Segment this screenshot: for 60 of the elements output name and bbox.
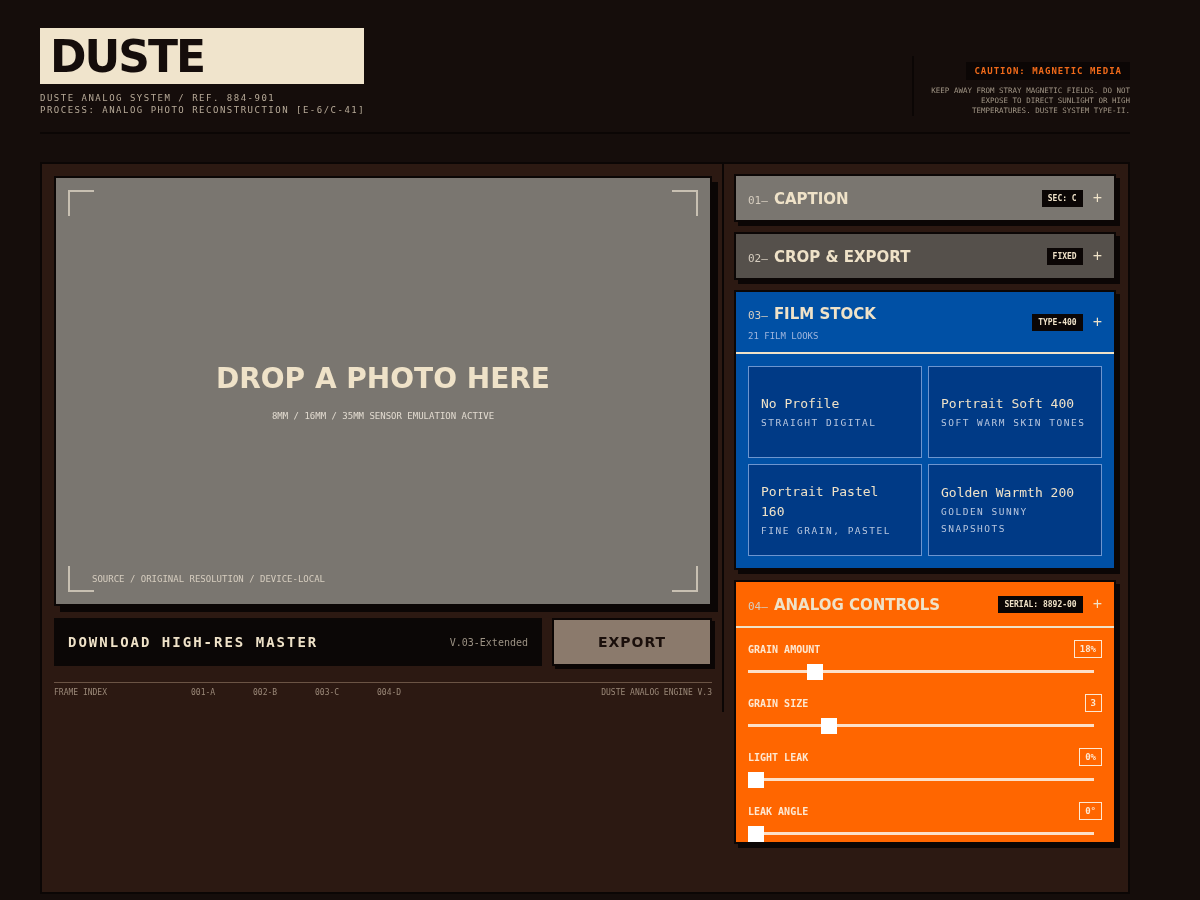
section-number: 02—	[748, 251, 768, 265]
slider-value: 18%	[1073, 640, 1102, 658]
section-title[interactable]: CROP & EXPORT	[773, 247, 911, 266]
subtitle-line: DUSTE ANALOG SYSTEM / REF. 884-901	[40, 92, 277, 104]
slider-label: GRAIN SIZE	[748, 697, 809, 709]
section-number: 01—	[748, 193, 768, 207]
slider-thumb[interactable]	[748, 772, 764, 788]
slider-thumb[interactable]	[807, 664, 824, 680]
film-name: Golden Warmth 200	[941, 484, 1076, 502]
slider-label: GRAIN AMOUNT	[748, 643, 821, 655]
section-badge: SERIAL: 8892-00	[998, 595, 1083, 613]
corner-bracket	[68, 190, 94, 216]
film-card[interactable]: Golden Warmth 200 GOLDEN SUNNY SNAPSHOTS	[928, 464, 1102, 556]
film-description: STRAIGHT DIGITAL	[761, 415, 878, 430]
section-title[interactable]: CAPTION	[773, 189, 849, 208]
film-description: SOFT WARM SKIN TONES	[941, 415, 1087, 430]
frame-index-label: FRAME INDEX	[54, 688, 108, 697]
frame-label: 003-C	[315, 688, 341, 697]
export-button[interactable]: EXPORT	[552, 618, 712, 666]
film-card[interactable]: Portrait Pastel 160 FINE GRAIN, PASTEL	[748, 464, 922, 556]
expand-button[interactable]: +	[1092, 247, 1102, 265]
corner-bracket	[672, 190, 698, 216]
caution-label: CAUTION: MAGNETIC MEDIA	[966, 62, 1130, 80]
film-name: Portrait Soft 400	[941, 394, 1076, 413]
section-badge: SEC: C	[1041, 189, 1083, 207]
frame-label: 004-D	[377, 688, 403, 697]
logo: DUSTE	[40, 28, 364, 84]
dropzone-title: DROP A PHOTO HERE	[216, 361, 550, 395]
film-name: No Profile	[761, 394, 841, 413]
frame-label: 001-A	[191, 688, 217, 697]
expand-button[interactable]: +	[1092, 313, 1102, 331]
engine-label: DUSTE ANALOG ENGINE V.3	[601, 688, 712, 697]
slider-value: 0%	[1079, 748, 1102, 766]
download-label: DOWNLOAD HIGH-RES MASTER	[68, 634, 319, 650]
dropzone-subtitle: 8MM / 16MM / 35MM SENSOR EMULATION ACTIVE	[271, 410, 495, 421]
section-subtitle: 21 FILM LOOKS	[748, 330, 820, 341]
corner-bracket	[672, 566, 698, 592]
slider-label: LEAK ANGLE	[748, 805, 809, 817]
film-card[interactable]: Portrait Soft 400 SOFT WARM SKIN TONES	[928, 366, 1102, 458]
section-number: 03—	[748, 308, 768, 322]
film-card[interactable]: No Profile STRAIGHT DIGITAL	[748, 366, 922, 458]
slider-value: 0°	[1079, 802, 1102, 820]
section-badge: TYPE-400	[1032, 313, 1083, 331]
film-name: Portrait Pastel 160	[761, 482, 880, 521]
slider-value: 3	[1084, 694, 1102, 712]
film-description: FINE GRAIN, PASTEL	[761, 523, 892, 538]
slider-thumb[interactable]	[820, 718, 837, 734]
slider-thumb[interactable]	[748, 826, 764, 842]
section-title[interactable]: FILM STOCK	[773, 304, 876, 323]
slider-label: LIGHT LEAK	[748, 751, 809, 763]
corner-bracket	[68, 566, 94, 592]
expand-button[interactable]: +	[1092, 189, 1102, 207]
film-description: GOLDEN SUNNY SNAPSHOTS	[941, 505, 1029, 536]
section-number: 04—	[748, 599, 768, 613]
section-badge: FIXED	[1046, 247, 1083, 265]
subtitle-line: PROCESS: ANALOG PHOTO RECONSTRUCTION [E-6/C-41]	[40, 104, 366, 116]
source-caption: SOURCE / ORIGINAL RESOLUTION / DEVICE-LOCAL	[92, 574, 325, 584]
version-label: V.03-Extended	[449, 636, 528, 648]
download-bar[interactable]: DOWNLOAD HIGH-RES MASTER V.03-Extended	[54, 618, 542, 666]
frame-label: 002-B	[253, 688, 279, 697]
